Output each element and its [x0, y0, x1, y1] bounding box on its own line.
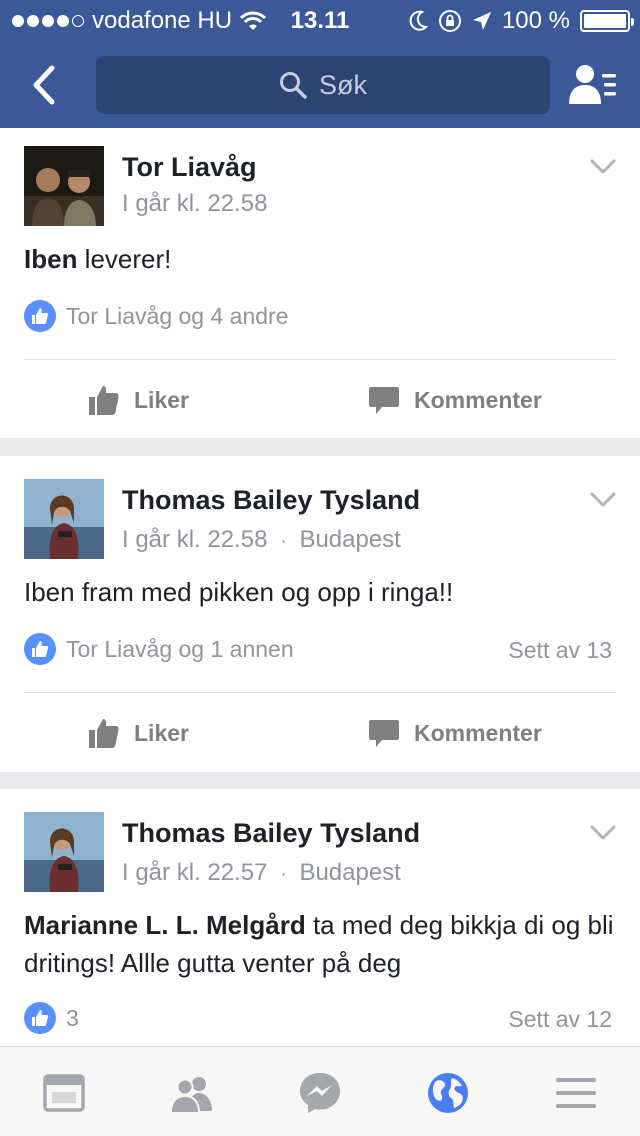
- back-arrow-icon[interactable]: [22, 60, 66, 110]
- post-card: Tor Liavåg I går kl. 22.58 Iben leverer!…: [0, 128, 640, 438]
- top-bar: vodafone HU 13.11 100 % Søk: [0, 0, 640, 128]
- location-arrow-icon: [472, 12, 491, 30]
- like-button[interactable]: Liker: [88, 717, 189, 749]
- chevron-down-icon[interactable]: [590, 158, 616, 176]
- reactions-text: Tor Liavåg og 4 andre: [66, 302, 289, 329]
- comment-icon: [369, 387, 399, 414]
- post-location[interactable]: Budapest: [299, 859, 400, 886]
- like-button[interactable]: Liker: [88, 384, 189, 416]
- post-author[interactable]: Thomas Bailey Tysland: [122, 485, 420, 516]
- post-time[interactable]: I går kl. 22.58: [122, 190, 267, 217]
- like-badge-icon: [24, 633, 56, 665]
- divider: [24, 692, 616, 693]
- comment-button[interactable]: Kommenter: [368, 384, 542, 416]
- post-text: Iben fram med pikken og opp i ringa!!: [24, 573, 616, 611]
- mentioned-person[interactable]: Marianne L. L. Melgård: [24, 910, 306, 940]
- rotation-lock-icon: [438, 10, 461, 32]
- post-card: Thomas Bailey Tysland I går kl. 22.58 · …: [0, 456, 640, 772]
- post-time[interactable]: I går kl. 22.57: [122, 859, 267, 886]
- post-location[interactable]: Budapest: [299, 526, 400, 553]
- reactions-summary[interactable]: Tor Liavåg og 4 andre: [24, 300, 289, 332]
- friends-list-icon[interactable]: [568, 60, 618, 110]
- like-badge-icon: [24, 1002, 56, 1034]
- battery-icon: [580, 10, 634, 32]
- thumbs-up-icon: [89, 719, 119, 748]
- seen-by-count[interactable]: Sett av 12: [508, 1006, 612, 1033]
- post-body: leverer!: [77, 244, 172, 274]
- comment-label: Kommenter: [414, 386, 542, 413]
- post-author[interactable]: Tor Liavåg: [122, 152, 257, 183]
- post-timestamp: I går kl. 22.58: [122, 190, 267, 218]
- search-icon: [279, 72, 307, 99]
- chevron-down-icon[interactable]: [590, 491, 616, 509]
- post-text: Marianne L. L. Melgård ta med deg bikkja…: [24, 906, 616, 982]
- post-body: Iben fram med pikken og opp i ringa!!: [24, 577, 454, 607]
- comment-label: Kommenter: [414, 719, 542, 746]
- bottom-tab-bar: [0, 1046, 640, 1136]
- post-author[interactable]: Thomas Bailey Tysland: [122, 818, 420, 849]
- friend-requests-icon[interactable]: [170, 1071, 214, 1115]
- author-avatar[interactable]: [24, 812, 104, 892]
- reactions-text: 3: [66, 1004, 79, 1031]
- reactions-text: Tor Liavåg og 1 annen: [66, 635, 294, 662]
- menu-hamburger-icon[interactable]: [554, 1071, 598, 1115]
- like-label: Liker: [134, 386, 189, 413]
- comment-button[interactable]: Kommenter: [368, 717, 542, 749]
- post-card: Thomas Bailey Tysland I går kl. 22.57 · …: [0, 789, 640, 1046]
- post-timestamp: I går kl. 22.57 · Budapest: [122, 859, 401, 887]
- thumbs-up-icon: [89, 386, 119, 415]
- mentioned-person[interactable]: Iben: [24, 244, 77, 274]
- status-right: 100 %: [408, 7, 634, 35]
- news-feed-icon[interactable]: [42, 1071, 86, 1115]
- battery-percent: 100 %: [501, 7, 570, 34]
- like-label: Liker: [134, 719, 189, 746]
- author-avatar[interactable]: [24, 146, 104, 226]
- reactions-summary[interactable]: 3: [24, 1002, 79, 1034]
- seen-by-count[interactable]: Sett av 13: [508, 637, 612, 664]
- post-text: Iben leverer!: [24, 240, 616, 278]
- navigation-bar: Søk: [0, 42, 640, 128]
- comment-icon: [369, 720, 399, 747]
- reactions-summary[interactable]: Tor Liavåg og 1 annen: [24, 633, 294, 665]
- meta-separator: ·: [280, 863, 287, 885]
- divider: [24, 359, 616, 360]
- app-screen: vodafone HU 13.11 100 % Søk Tor Liavåg I…: [0, 0, 640, 1136]
- search-placeholder: Søk: [318, 69, 367, 100]
- chevron-down-icon[interactable]: [590, 824, 616, 842]
- moon-icon: [409, 10, 428, 31]
- globe-notifications-icon[interactable]: [426, 1071, 470, 1115]
- post-time[interactable]: I går kl. 22.58: [122, 526, 267, 553]
- author-avatar[interactable]: [24, 479, 104, 559]
- messenger-icon[interactable]: [298, 1071, 342, 1115]
- like-badge-icon: [24, 300, 56, 332]
- search-field[interactable]: Søk: [96, 56, 550, 114]
- status-bar: vodafone HU 13.11 100 %: [0, 0, 640, 42]
- meta-separator: ·: [280, 530, 287, 552]
- post-timestamp: I går kl. 22.58 · Budapest: [122, 526, 401, 554]
